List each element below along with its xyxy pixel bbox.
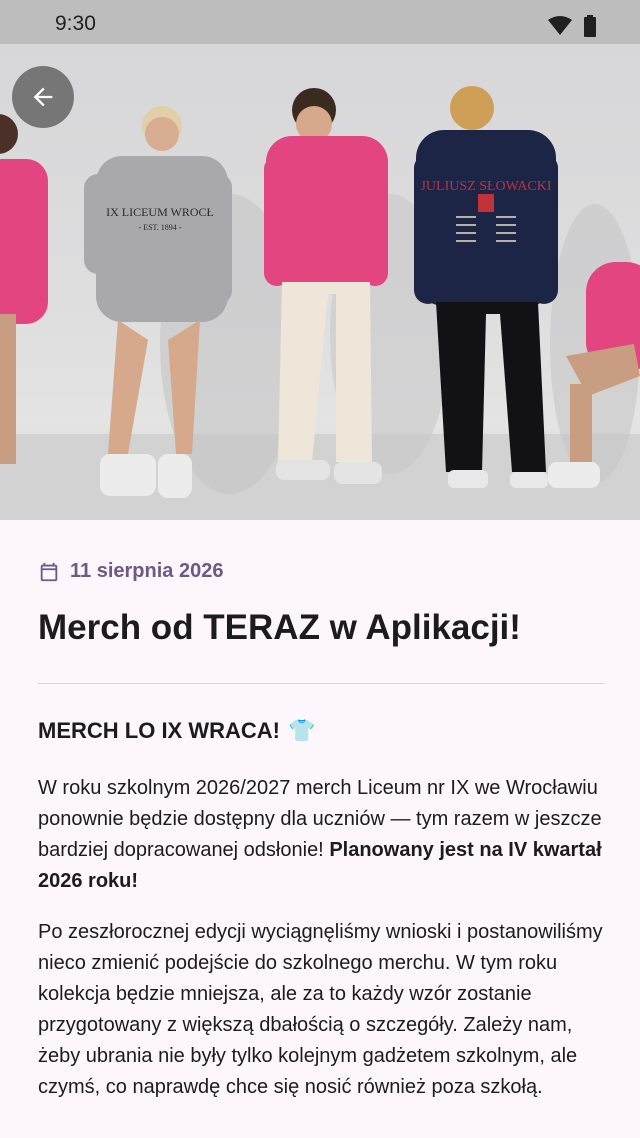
tshirt-emoji-icon: 👕 <box>287 718 316 743</box>
wifi-icon <box>548 16 572 35</box>
status-icons <box>548 15 596 37</box>
hero-image: IX LICEUM WROCŁ - EST. 1894 - JULIUSZ SŁ… <box>0 44 640 520</box>
battery-icon <box>584 15 596 37</box>
article-date-row: 11 sierpnia 2026 <box>38 560 223 583</box>
status-time: 9:30 <box>55 12 96 35</box>
svg-text:- EST. 1894 -: - EST. 1894 - <box>139 223 182 232</box>
article-paragraph-2: Po zeszłorocznej edycji wyciągnęliśmy wn… <box>38 921 603 1098</box>
section-heading: MERCH LO IX WRACA! 👕 <box>38 718 315 744</box>
section-heading-text: MERCH LO IX WRACA! <box>38 718 280 743</box>
svg-text:JULIUSZ SŁOWACKI: JULIUSZ SŁOWACKI <box>420 179 551 194</box>
status-bar: 9:30 <box>0 0 640 44</box>
article-title: Merch od TERAZ w Aplikacji! <box>38 608 521 647</box>
calendar-icon <box>40 562 58 581</box>
back-button[interactable] <box>12 66 74 128</box>
article-paragraph-1: W roku szkolnym 2026/2027 merch Liceum n… <box>38 773 604 897</box>
svg-text:IX LICEUM WROCŁ: IX LICEUM WROCŁ <box>106 205 214 219</box>
article-date: 11 sierpnia 2026 <box>70 560 224 582</box>
hero-photo-illustration: IX LICEUM WROCŁ - EST. 1894 - JULIUSZ SŁ… <box>0 86 640 520</box>
back-arrow-icon <box>33 87 53 107</box>
divider <box>38 683 604 684</box>
